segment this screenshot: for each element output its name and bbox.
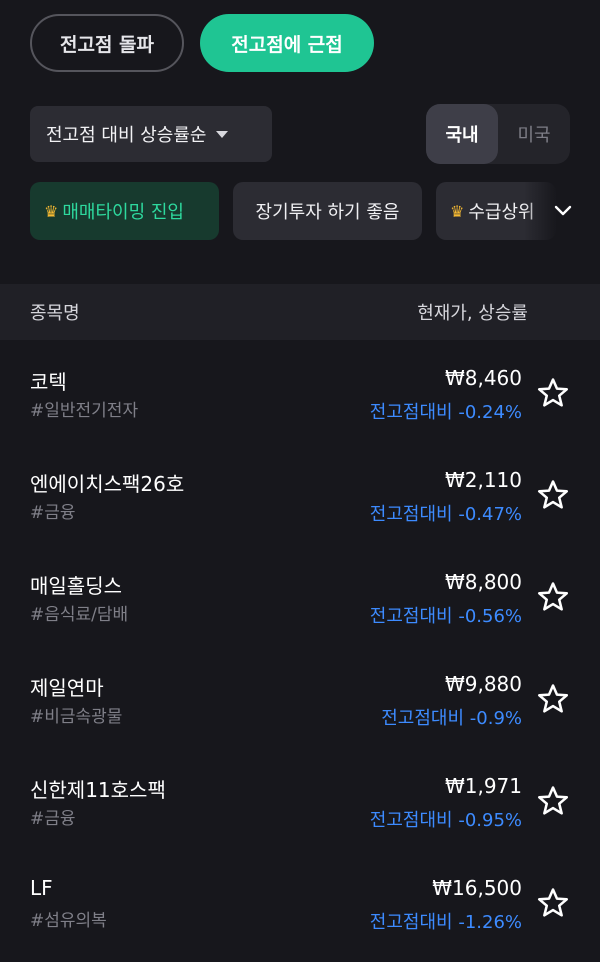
stock-row[interactable]: 엔에이치스팩26호 #금융 ₩2,110 전고점대비 -0.47% — [0, 444, 600, 546]
stock-price: ₩2,110 — [444, 468, 522, 492]
chip-trading-timing[interactable]: ♛ 매매타이밍 진입 — [30, 182, 219, 240]
sort-dropdown[interactable]: 전고점 대비 상승률순 — [30, 106, 272, 162]
star-icon[interactable] — [536, 478, 570, 512]
tab-near-high[interactable]: 전고점에 근접 — [200, 14, 374, 72]
screen: 전고점 돌파 전고점에 근접 전고점 대비 상승률순 국내 미국 ♛ 매매타이밍… — [0, 0, 600, 962]
stock-price: ₩8,460 — [444, 366, 522, 390]
stock-change: 전고점대비 -0.95% — [369, 810, 522, 831]
sort-label: 전고점 대비 상승률순 — [46, 125, 207, 146]
tab-high-breakout[interactable]: 전고점 돌파 — [30, 14, 184, 72]
star-icon[interactable] — [536, 886, 570, 920]
star-icon[interactable] — [536, 682, 570, 716]
stock-sector-tag: #금융 — [30, 503, 76, 523]
stock-name: 매일홀딩스 — [30, 574, 122, 598]
stock-name: 신한제11호스팩 — [30, 778, 166, 802]
market-us[interactable]: 미국 — [498, 104, 570, 164]
stock-price: ₩9,880 — [444, 672, 522, 696]
stock-sector-tag: #일반전기전자 — [30, 401, 139, 421]
stock-change: 전고점대비 -0.9% — [381, 708, 522, 729]
chevron-down-icon — [216, 130, 229, 138]
market-domestic[interactable]: 국내 — [426, 104, 498, 164]
stock-change: 전고점대비 -1.26% — [369, 912, 522, 933]
chip-label: 매매타이밍 진입 — [62, 202, 184, 223]
stock-list: 코텍 #일반전기전자 ₩8,460 전고점대비 -0.24% 엔에이치스팩26호… — [0, 342, 600, 954]
stock-sector-tag: #금융 — [30, 809, 76, 829]
chevron-down-icon[interactable] — [552, 200, 574, 228]
crown-icon: ♛ — [44, 201, 59, 221]
stock-name: 제일연마 — [30, 676, 104, 700]
stock-change: 전고점대비 -0.24% — [369, 402, 522, 423]
stock-row[interactable]: 코텍 #일반전기전자 ₩8,460 전고점대비 -0.24% — [0, 342, 600, 444]
theme-chips: ♛ 매매타이밍 진입 장기투자 하기 좋음 ♛ 수급상위 — [30, 182, 556, 240]
stock-price: ₩8,800 — [444, 570, 522, 594]
market-toggle: 국내 미국 — [426, 104, 570, 164]
column-name: 종목명 — [30, 303, 80, 324]
filter-tabs: 전고점 돌파 전고점에 근접 — [30, 14, 374, 72]
star-icon[interactable] — [536, 784, 570, 818]
star-icon[interactable] — [536, 376, 570, 410]
stock-price: ₩16,500 — [432, 876, 522, 900]
star-icon[interactable] — [536, 580, 570, 614]
stock-sector-tag: #비금속광물 — [30, 707, 123, 727]
list-header: 종목명 현재가, 상승률 — [0, 284, 600, 340]
stock-name: 엔에이치스팩26호 — [30, 472, 185, 496]
crown-icon: ♛ — [450, 201, 465, 221]
stock-change: 전고점대비 -0.56% — [369, 606, 522, 627]
stock-name: LF — [30, 876, 53, 900]
chip-label: 장기투자 하기 좋음 — [255, 202, 400, 223]
stock-row[interactable]: 제일연마 #비금속광물 ₩9,880 전고점대비 -0.9% — [0, 648, 600, 750]
stock-change: 전고점대비 -0.47% — [369, 504, 522, 525]
stock-name: 코텍 — [30, 370, 67, 394]
stock-sector-tag: #음식료/담배 — [30, 605, 129, 625]
chip-long-term[interactable]: 장기투자 하기 좋음 — [233, 182, 422, 240]
stock-price: ₩1,971 — [444, 774, 522, 798]
stock-sector-tag: #섬유의복 — [30, 911, 107, 931]
stock-row[interactable]: LF #섬유의복 ₩16,500 전고점대비 -1.26% — [0, 852, 600, 954]
stock-row[interactable]: 신한제11호스팩 #금융 ₩1,971 전고점대비 -0.95% — [0, 750, 600, 852]
stock-row[interactable]: 매일홀딩스 #음식료/담배 ₩8,800 전고점대비 -0.56% — [0, 546, 600, 648]
column-price-change[interactable]: 현재가, 상승률 — [417, 299, 528, 325]
